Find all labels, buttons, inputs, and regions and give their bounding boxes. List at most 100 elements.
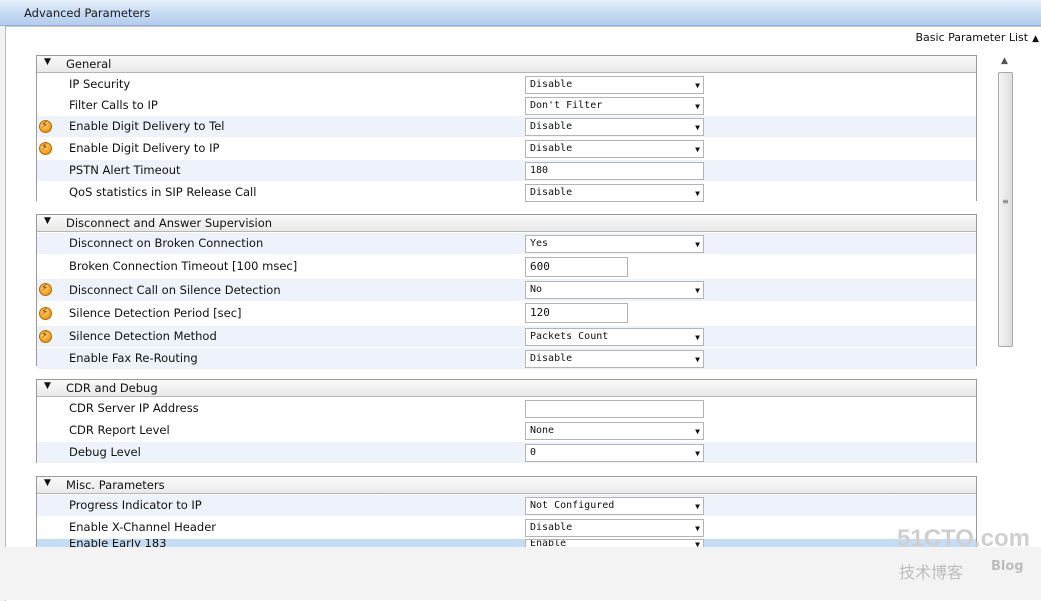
- row-fax-rerouting: Enable Fax Re-Routing Disable ▼: [37, 347, 976, 369]
- group-header-cdr[interactable]: ▼ CDR and Debug: [37, 380, 976, 397]
- chevron-down-icon: ▼: [695, 427, 700, 436]
- group-header-general[interactable]: ▼ General: [37, 56, 976, 73]
- chevron-down-icon: ▼: [695, 102, 700, 111]
- silence-period-input[interactable]: 120: [525, 303, 628, 323]
- row-digit-delivery-ip: Enable Digit Delivery to IP Disable ▼: [37, 137, 976, 159]
- group-header-disconnect[interactable]: ▼ Disconnect and Answer Supervision: [37, 215, 976, 232]
- row-cdr-server-ip: CDR Server IP Address: [37, 397, 976, 419]
- select-value: Disable: [530, 187, 573, 198]
- page-title: Advanced Parameters: [24, 6, 151, 20]
- ip-security-select[interactable]: Disable ▼: [525, 76, 704, 94]
- disconnect-silence-select[interactable]: No ▼: [525, 281, 704, 299]
- row-disconnect-silence: Disconnect Call on Silence Detection No ▼: [37, 278, 976, 301]
- basic-parameter-list-link[interactable]: Basic Parameter List ▲: [916, 31, 1040, 44]
- row-cdr-report-level: CDR Report Level None ▼: [37, 419, 976, 441]
- chevron-down-icon: ▼: [695, 286, 700, 295]
- row-label: Disconnect Call on Silence Detection: [69, 283, 281, 297]
- watermark-logo: 51CTO.com 技术博客 Blog: [897, 525, 1030, 585]
- row-label: PSTN Alert Timeout: [69, 163, 181, 177]
- collapse-triangle-icon: ▼: [44, 478, 51, 488]
- progress-indicator-select[interactable]: Not Configured ▼: [525, 497, 704, 515]
- scroll-thumb[interactable]: ≡: [998, 72, 1013, 347]
- row-digit-delivery-tel: Enable Digit Delivery to Tel Disable ▼: [37, 115, 976, 137]
- collapse-triangle-icon: ▼: [44, 381, 51, 391]
- group-header-misc[interactable]: ▼ Misc. Parameters: [37, 477, 976, 494]
- row-label: Progress Indicator to IP: [69, 498, 202, 512]
- debug-level-select[interactable]: 0 ▼: [525, 444, 704, 462]
- lightning-icon: [39, 307, 52, 320]
- watermark-blog: Blog: [991, 559, 1024, 574]
- chevron-down-icon: ▼: [695, 81, 700, 90]
- select-value: Disable: [530, 522, 573, 533]
- watermark-site: 51CTO.com: [897, 525, 1030, 552]
- input-value: 180: [530, 165, 549, 176]
- row-label: CDR Server IP Address: [69, 401, 199, 415]
- row-silence-period: Silence Detection Period [sec] 120: [37, 301, 976, 325]
- row-label: CDR Report Level: [69, 423, 170, 437]
- row-label: Enable Digit Delivery to Tel: [69, 119, 225, 133]
- collapse-triangle-icon: ▼: [44, 57, 51, 67]
- select-value: Disable: [530, 79, 573, 90]
- row-ip-security: IP Security Disable ▼: [37, 73, 976, 94]
- row-x-channel-header: Enable X-Channel Header Disable ▼: [37, 516, 976, 538]
- scroll-up-arrow-icon[interactable]: ▲: [1001, 56, 1008, 66]
- qos-statistics-select[interactable]: Disable ▼: [525, 184, 704, 202]
- row-debug-level: Debug Level 0 ▼: [37, 441, 976, 463]
- select-value: Disable: [530, 121, 573, 132]
- row-silence-method: Silence Detection Method Packets Count ▼: [37, 325, 976, 347]
- x-channel-header-select[interactable]: Disable ▼: [525, 519, 704, 537]
- filter-calls-select[interactable]: Don't Filter ▼: [525, 97, 704, 115]
- input-value: 120: [530, 306, 550, 319]
- select-value: Disable: [530, 143, 573, 154]
- row-label: IP Security: [69, 77, 131, 91]
- chevron-down-icon: ▼: [695, 333, 700, 342]
- select-value: No: [530, 284, 543, 295]
- row-pstn-alert-timeout: PSTN Alert Timeout 180: [37, 159, 976, 181]
- group-disconnect-supervision: ▼ Disconnect and Answer Supervision Disc…: [36, 214, 977, 369]
- group-title: Misc. Parameters: [66, 478, 165, 492]
- title-bar: Advanced Parameters: [0, 0, 1041, 26]
- row-label: QoS statistics in SIP Release Call: [69, 185, 257, 199]
- row-progress-indicator: Progress Indicator to IP Not Configured ▼: [37, 494, 976, 516]
- select-value: Don't Filter: [530, 100, 603, 111]
- group-title: CDR and Debug: [66, 381, 158, 395]
- chevron-down-icon: ▼: [695, 240, 700, 249]
- group-general: ▼ General IP Security Disable ▼ Filter Ca…: [36, 55, 977, 203]
- silence-method-select[interactable]: Packets Count ▼: [525, 328, 704, 346]
- row-disconnect-broken: Disconnect on Broken Connection Yes ▼: [37, 232, 976, 254]
- triangle-up-icon: ▲: [1032, 34, 1039, 44]
- row-label: Silence Detection Period [sec]: [69, 306, 242, 320]
- cdr-server-ip-input[interactable]: [525, 400, 704, 418]
- row-label: Enable Fax Re-Routing: [69, 351, 198, 365]
- broken-timeout-input[interactable]: 600: [525, 257, 628, 277]
- basic-parameter-list-label: Basic Parameter List: [915, 31, 1029, 44]
- digit-delivery-tel-select[interactable]: Disable ▼: [525, 118, 704, 136]
- lightning-icon: [39, 330, 52, 343]
- row-label: Broken Connection Timeout [100 msec]: [69, 259, 298, 273]
- row-label: Disconnect on Broken Connection: [69, 236, 264, 250]
- chevron-down-icon: ▼: [695, 524, 700, 533]
- select-value: Not Configured: [530, 500, 615, 511]
- row-label: Silence Detection Method: [69, 329, 217, 343]
- row-label: Filter Calls to IP: [69, 98, 158, 112]
- pstn-alert-timeout-input[interactable]: 180: [525, 162, 704, 180]
- lightning-icon: [39, 120, 52, 133]
- row-label: Debug Level: [69, 445, 141, 459]
- group-misc: ▼ Misc. Parameters Progress Indicator to…: [36, 476, 977, 557]
- fax-rerouting-select[interactable]: Disable ▼: [525, 350, 704, 368]
- digit-delivery-ip-select[interactable]: Disable ▼: [525, 140, 704, 158]
- disconnect-broken-select[interactable]: Yes ▼: [525, 235, 704, 253]
- row-qos-statistics: QoS statistics in SIP Release Call Disab…: [37, 181, 976, 203]
- select-value: Disable: [530, 353, 573, 364]
- lightning-icon: [39, 142, 52, 155]
- select-value: Yes: [530, 238, 549, 249]
- cdr-report-level-select[interactable]: None ▼: [525, 422, 704, 440]
- lightning-icon: [39, 283, 52, 296]
- status-area: [0, 547, 1041, 600]
- vertical-scrollbar[interactable]: ▲ ≡: [997, 56, 1014, 546]
- row-filter-calls: Filter Calls to IP Don't Filter ▼: [37, 94, 976, 115]
- select-value: 0: [530, 447, 537, 458]
- chevron-down-icon: ▼: [695, 355, 700, 364]
- watermark-cn: 技术博客: [899, 563, 964, 582]
- grip-icon: ≡: [1002, 197, 1009, 206]
